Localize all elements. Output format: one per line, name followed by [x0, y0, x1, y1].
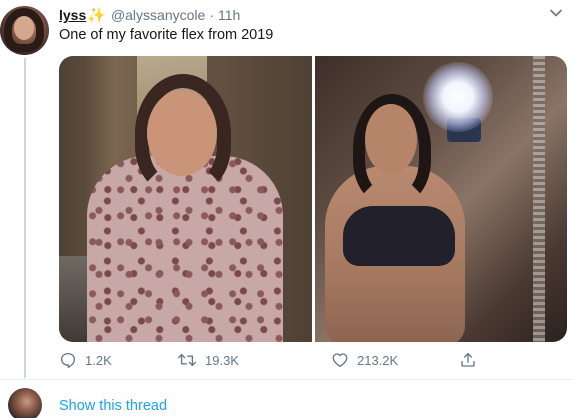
share-icon — [461, 352, 475, 367]
tweet-header: lyss ✨ @alyssanycole · 11h — [59, 6, 240, 24]
author-display-name[interactable]: lyss — [59, 7, 86, 23]
show-thread-link[interactable]: Show this thread — [59, 398, 167, 414]
photo-person — [79, 66, 283, 342]
tweet-actions: 1.2K 19.3K 213.2K — [59, 349, 479, 371]
tweet-timestamp[interactable]: 11h — [218, 7, 240, 23]
reply-button[interactable]: 1.2K — [59, 349, 112, 371]
reply-icon — [60, 352, 76, 369]
author-avatar[interactable] — [0, 6, 49, 55]
chevron-down-icon[interactable] — [549, 6, 563, 20]
photo-person-face — [364, 104, 417, 174]
reply-count: 1.2K — [85, 352, 112, 368]
tweet-divider — [0, 379, 573, 380]
media-photo-before[interactable] — [59, 56, 312, 342]
like-button[interactable]: 213.2K — [331, 349, 398, 371]
thread-author-avatar[interactable] — [8, 388, 42, 418]
author-handle[interactable]: @alyssanycole — [111, 7, 205, 23]
media-photo-after[interactable] — [314, 56, 567, 342]
tweet[interactable]: lyss ✨ @alyssanycole · 11h One of my fav… — [0, 0, 573, 418]
header-separator: · — [209, 7, 214, 23]
thread-connector-line — [24, 58, 26, 378]
heart-icon — [332, 353, 348, 368]
sparkles-icon: ✨ — [87, 7, 106, 24]
retweet-button[interactable]: 19.3K — [177, 349, 239, 371]
avatar-face — [14, 16, 34, 40]
photo-mirror-edge — [533, 56, 545, 342]
share-button[interactable] — [459, 349, 477, 371]
tweet-text: One of my favorite flex from 2019 — [59, 27, 274, 43]
photo-camera-flash — [422, 62, 493, 132]
media-grid — [59, 56, 567, 342]
photo-person-top — [342, 206, 455, 266]
like-count: 213.2K — [357, 352, 399, 368]
retweet-icon — [177, 353, 197, 367]
photo-person-face — [147, 90, 217, 176]
retweet-count: 19.3K — [205, 352, 239, 368]
